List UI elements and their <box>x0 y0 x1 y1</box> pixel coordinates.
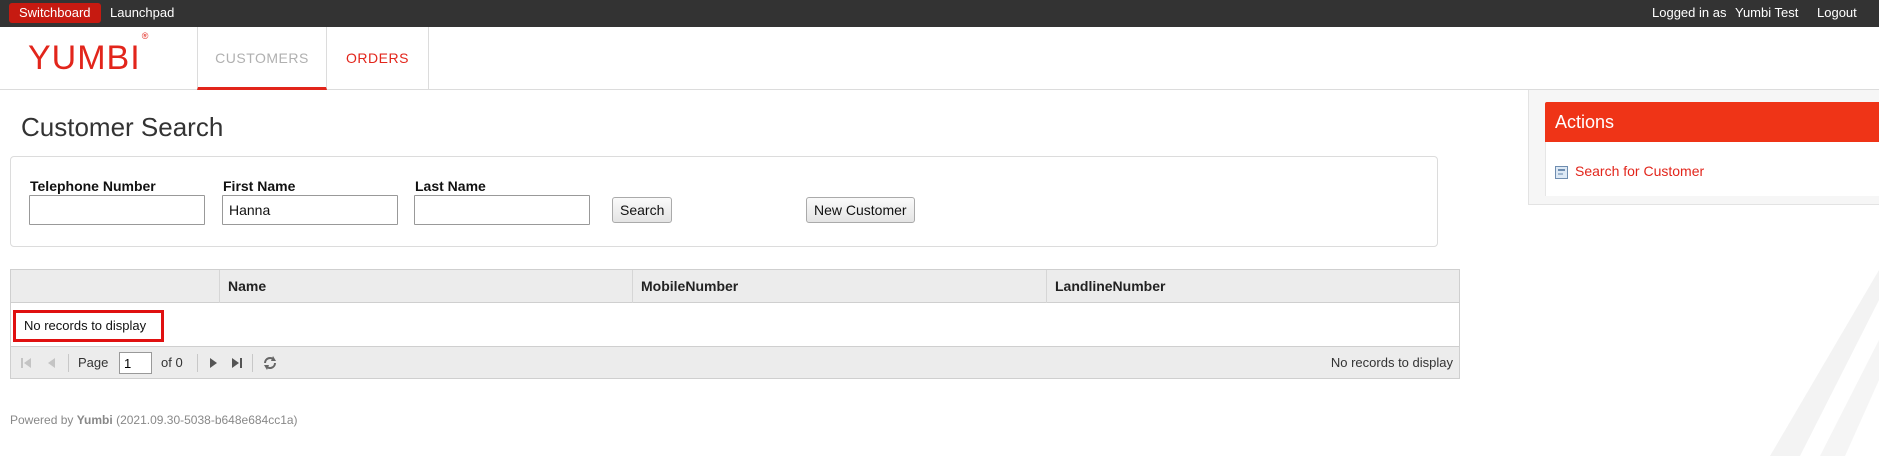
page-label: Page <box>78 355 109 370</box>
search-form-icon <box>1555 166 1568 179</box>
pager-divider <box>252 354 253 372</box>
pager-divider <box>197 354 198 372</box>
app-header: YUMBI® CUSTOMERS ORDERS <box>0 27 1879 90</box>
user-name[interactable]: Yumbi Test <box>1735 0 1798 27</box>
footer-brand: Yumbi <box>76 413 113 427</box>
first-name-label: First Name <box>223 178 296 194</box>
grid-pager: Page of 0 No records to display <box>11 346 1459 378</box>
pager-divider <box>68 354 69 372</box>
version-text: (2021.09.30-5038-b648e684cc1a) <box>116 413 298 427</box>
topbar-tab-switchboard[interactable]: Switchboard <box>9 3 101 23</box>
column-header-landline[interactable]: LandlineNumber <box>1046 270 1459 303</box>
background-stripes <box>1770 270 1879 456</box>
nav-tab-orders[interactable]: ORDERS <box>327 27 429 90</box>
logout-link[interactable]: Logout <box>1817 0 1857 27</box>
topbar-tab-launchpad[interactable]: Launchpad <box>100 3 184 23</box>
top-bar: Switchboard Launchpad Logged in as Yumbi… <box>0 0 1879 27</box>
column-header-name[interactable]: Name <box>219 270 633 303</box>
actions-list: Search for Customer <box>1545 142 1879 196</box>
search-button[interactable]: Search <box>612 197 673 223</box>
logged-in-label: Logged in as <box>1652 5 1727 20</box>
customer-grid: Name MobileNumber LandlineNumber No reco… <box>10 269 1460 379</box>
refresh-icon[interactable] <box>262 355 278 371</box>
column-header-mobile[interactable]: MobileNumber <box>632 270 1046 303</box>
customer-search-form: Telephone Number First Name Last Name Se… <box>10 156 1438 247</box>
first-name-input[interactable] <box>222 195 398 225</box>
footer: Powered by Yumbi (2021.09.30-5038-b648e6… <box>10 413 298 427</box>
page-count-label: of 0 <box>161 355 183 370</box>
last-page-icon[interactable] <box>230 356 244 370</box>
first-page-icon[interactable] <box>19 356 33 370</box>
telephone-input[interactable] <box>29 195 205 225</box>
search-for-customer-link[interactable]: Search for Customer <box>1575 163 1704 179</box>
actions-panel: Actions Search for Customer <box>1528 90 1879 205</box>
next-page-icon[interactable] <box>206 356 220 370</box>
nav-tab-customers[interactable]: CUSTOMERS <box>197 27 327 90</box>
new-customer-button[interactable]: New Customer <box>806 197 915 223</box>
telephone-label: Telephone Number <box>30 178 156 194</box>
pager-status: No records to display <box>1330 355 1453 370</box>
page-title: Customer Search <box>21 112 224 142</box>
last-name-label: Last Name <box>415 178 486 194</box>
yumbi-logo[interactable]: YUMBI® <box>28 31 148 78</box>
page-number-input[interactable] <box>119 352 152 374</box>
last-name-input[interactable] <box>414 195 590 225</box>
previous-page-icon[interactable] <box>45 356 59 370</box>
actions-title: Actions <box>1545 102 1879 142</box>
no-records-message: No records to display <box>13 310 164 342</box>
powered-by-label: Powered by <box>10 413 74 427</box>
grid-header: Name MobileNumber LandlineNumber <box>11 270 1459 303</box>
